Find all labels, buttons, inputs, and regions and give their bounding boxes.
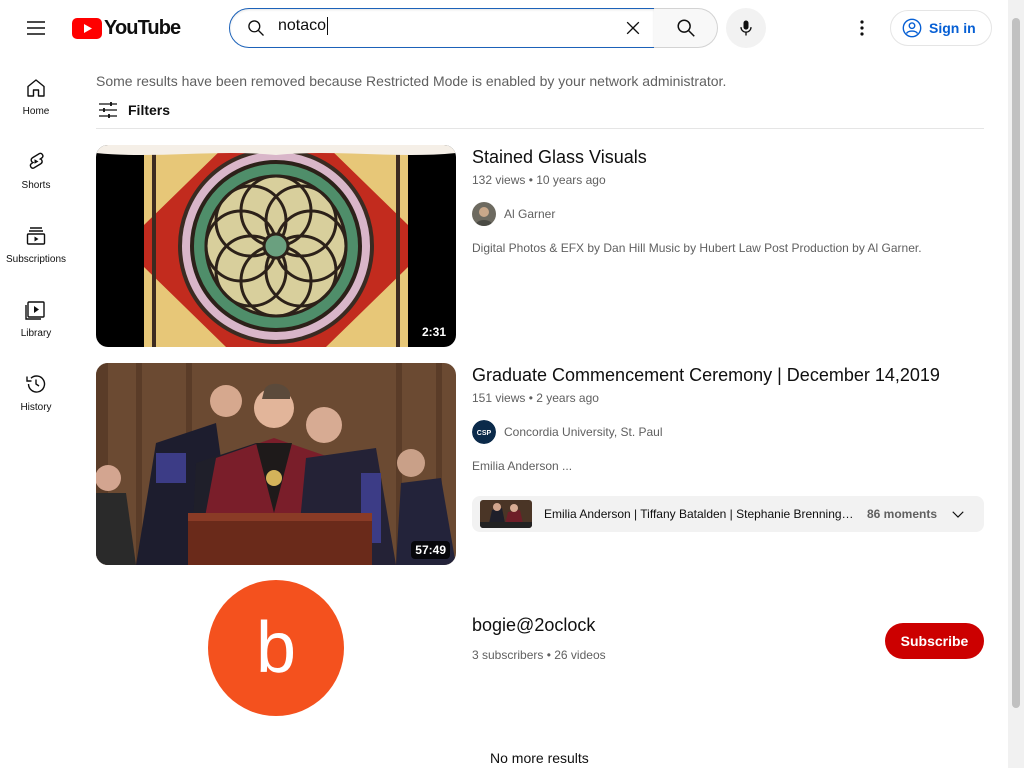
no-more-results: No more results: [490, 750, 589, 766]
channel-name[interactable]: Concordia University, St. Paul: [504, 425, 663, 439]
home-icon: [27, 79, 45, 97]
video-description: Digital Photos & EFX by Dan Hill Music b…: [472, 241, 922, 255]
key-moments-bar[interactable]: Emilia Anderson | Tiffany Batalden | Ste…: [472, 496, 984, 532]
channel-metadata: 3 subscribers • 26 videos: [472, 648, 606, 662]
history-icon: [26, 375, 46, 393]
voice-search-button[interactable]: [726, 8, 766, 48]
video-duration: 57:49: [411, 541, 450, 559]
csp-badge-text: CSP: [477, 430, 492, 437]
channel-initial: b: [255, 608, 297, 688]
filter-sliders-icon: [99, 102, 117, 118]
channel-info[interactable]: Al Garner: [472, 202, 555, 226]
sidebar-item-label: Home: [22, 106, 50, 117]
subscriber-count: 3 subscribers: [472, 648, 544, 662]
channel-avatar-large[interactable]: b: [208, 580, 344, 716]
video-thumbnail[interactable]: 2:31: [96, 145, 456, 347]
sidebar-item-home[interactable]: Home: [0, 56, 72, 130]
youtube-play-logo-icon: [72, 17, 102, 39]
search-query-text: notaco: [278, 17, 327, 35]
search-input[interactable]: notaco: [278, 17, 618, 39]
youtube-logo[interactable]: YouTube: [72, 16, 181, 40]
search-box[interactable]: notaco: [229, 8, 655, 48]
channel-result: b bogie@2oclock 3 subscribers • 26 video…: [96, 580, 984, 718]
hamburger-icon: [27, 21, 45, 35]
sidebar-item-label: History: [20, 402, 52, 413]
sidebar-item-label: Library: [20, 328, 52, 339]
video-metadata: 132 views • 10 years ago: [472, 173, 606, 187]
person-avatar-image: [472, 202, 496, 226]
clear-search-button[interactable]: [618, 13, 648, 43]
channel-title[interactable]: bogie@2oclock: [472, 615, 595, 636]
masthead: YouTube notaco Sign in: [0, 0, 1024, 56]
chevron-down-icon[interactable]: [949, 505, 967, 523]
microphone-icon: [740, 20, 752, 36]
video-description: Emilia Anderson ...: [472, 459, 573, 473]
key-moment-thumbnail: [480, 500, 532, 528]
commencement-thumbnail-image: [96, 363, 456, 565]
close-icon: [626, 21, 640, 35]
video-title[interactable]: Graduate Commencement Ceremony | Decembe…: [472, 365, 940, 386]
filters-button[interactable]: Filters: [96, 98, 170, 122]
sidebar-item-label: Shorts: [21, 180, 51, 191]
guide-menu-button[interactable]: [16, 8, 56, 48]
sidebar-item-shorts[interactable]: Shorts: [0, 130, 72, 204]
search-icon: [248, 20, 264, 36]
stained-glass-thumbnail-image: [96, 145, 456, 347]
filters-divider: [96, 128, 984, 129]
upload-age: 2 years ago: [536, 391, 599, 405]
mini-guide: Home Shorts Subscriptions Library Histor…: [0, 56, 72, 426]
page-scrollbar[interactable]: [1008, 0, 1024, 768]
shorts-icon: [29, 152, 44, 169]
channel-avatar[interactable]: CSP: [472, 420, 496, 444]
more-vertical-icon: [860, 20, 864, 36]
video-thumbnail[interactable]: 57:49: [96, 363, 456, 565]
video-metadata: 151 views • 2 years ago: [472, 391, 599, 405]
upload-age: 10 years ago: [536, 173, 606, 187]
channel-info[interactable]: CSP Concordia University, St. Paul: [472, 420, 663, 444]
video-title[interactable]: Stained Glass Visuals: [472, 147, 647, 168]
logo-text: YouTube: [104, 16, 181, 39]
sidebar-item-subscriptions[interactable]: Subscriptions: [0, 204, 72, 278]
sidebar-item-label: Subscriptions: [5, 254, 67, 265]
view-count: 132 views: [472, 173, 526, 187]
text-caret: [327, 17, 329, 35]
sidebar-item-history[interactable]: History: [0, 352, 72, 426]
subscribe-button[interactable]: Subscribe: [885, 623, 984, 659]
video-count: 26 videos: [554, 648, 606, 662]
sidebar-item-library[interactable]: Library: [0, 278, 72, 352]
channel-avatar[interactable]: [472, 202, 496, 226]
sign-in-button[interactable]: Sign in: [890, 10, 992, 46]
filters-label: Filters: [128, 102, 171, 118]
key-moment-thumbnail-image: [480, 500, 532, 528]
scrollbar-thumb[interactable]: [1012, 18, 1020, 708]
csp-logo-icon: CSP: [472, 420, 496, 444]
sign-in-label: Sign in: [929, 20, 976, 36]
library-icon: [25, 301, 45, 320]
channel-name[interactable]: Al Garner: [504, 207, 555, 221]
search-icon: [676, 19, 695, 37]
key-moments-text: Emilia Anderson | Tiffany Batalden | Ste…: [544, 507, 856, 521]
key-moments-count: 86 moments: [867, 507, 938, 521]
settings-menu-button[interactable]: [842, 8, 882, 48]
subscriptions-icon: [26, 227, 46, 245]
search-button[interactable]: [654, 8, 718, 48]
view-count: 151 views: [472, 391, 526, 405]
restricted-mode-notice: Some results have been removed because R…: [96, 73, 727, 89]
account-circle-icon: [902, 18, 922, 38]
video-duration: 2:31: [417, 323, 450, 341]
